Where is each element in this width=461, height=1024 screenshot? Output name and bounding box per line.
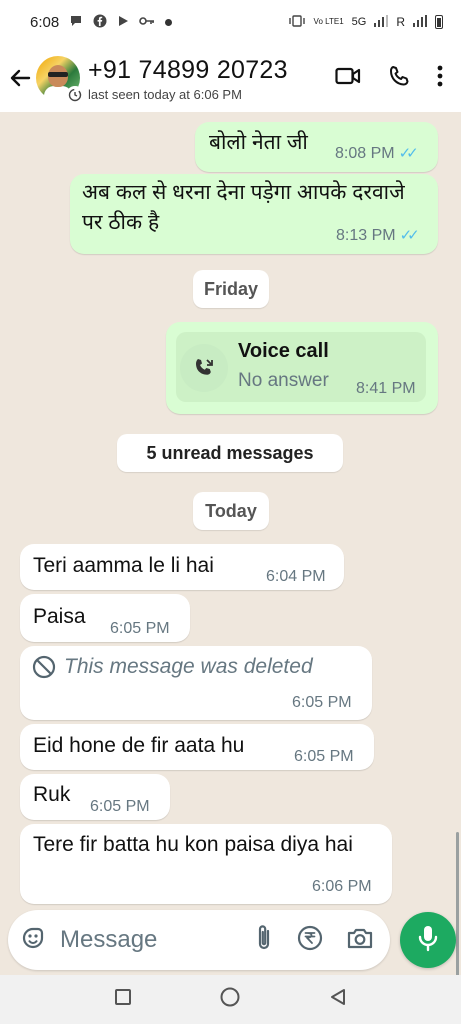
attach-icon[interactable]: [254, 924, 274, 957]
message-time: 6:05 PM: [90, 798, 150, 815]
chat-bubble-icon: [69, 14, 83, 31]
wifi-icon: [413, 14, 427, 30]
incoming-message[interactable]: Tere fir batta hu kon paisa diya hai 6:0…: [20, 824, 392, 904]
dot-icon: [165, 18, 173, 26]
last-seen-status: last seen today at 6:06 PM: [88, 86, 242, 102]
video-call-icon[interactable]: [335, 66, 361, 91]
date-divider: Today: [193, 492, 269, 530]
unread-messages-divider: 5 unread messages: [117, 434, 343, 472]
disappearing-timer-icon: [66, 86, 84, 104]
status-time: 6:08: [30, 13, 60, 31]
volte-label: Vo LTE1: [313, 17, 344, 26]
message-text: Ruk: [33, 783, 71, 806]
mic-icon: [417, 924, 439, 957]
call-status: No answer: [238, 370, 329, 391]
voice-call-icon[interactable]: [387, 64, 411, 93]
outgoing-call-icon: [180, 344, 228, 392]
sticker-icon[interactable]: [20, 925, 46, 956]
message-time: 6:05 PM: [110, 620, 170, 637]
date-divider: Friday: [193, 270, 269, 308]
message-input[interactable]: [60, 926, 230, 954]
recents-icon[interactable]: [113, 987, 133, 1012]
contact-info[interactable]: +91 74899 20723 last seen today at 6:06 …: [88, 55, 335, 102]
deleted-message[interactable]: This message was deleted 6:05 PM: [20, 646, 372, 720]
read-ticks-icon: ✓✓: [399, 227, 420, 244]
network-label: 5G: [351, 16, 367, 28]
mic-button[interactable]: [400, 912, 456, 968]
back-arrow-icon[interactable]: [2, 58, 38, 98]
signal-icon: [374, 14, 389, 30]
vibrate-icon: [288, 14, 306, 30]
message-time: 8:13 PM ✓✓: [336, 227, 420, 244]
home-icon[interactable]: [219, 986, 241, 1013]
rupee-icon[interactable]: [296, 924, 324, 957]
message-text: Teri aamma le li hai: [33, 554, 214, 577]
system-navigation-bar: [0, 975, 461, 1024]
contact-avatar[interactable]: [36, 56, 84, 104]
camera-icon[interactable]: [346, 925, 374, 956]
message-text: Paisa: [33, 605, 86, 628]
outgoing-message[interactable]: अब कल से धरना देना पड़ेगा आपके दरवाजे पर…: [70, 174, 438, 254]
deleted-icon: [32, 655, 56, 684]
message-time: 6:06 PM: [312, 878, 372, 895]
play-icon: [117, 15, 129, 30]
incoming-message[interactable]: Teri aamma le li hai 6:04 PM: [20, 544, 344, 590]
message-text: बोलो नेता जी: [209, 131, 308, 154]
outgoing-message[interactable]: बोलो नेता जी 8:08 PM ✓✓: [195, 122, 438, 172]
battery-icon: [435, 15, 443, 29]
contact-name: +91 74899 20723: [88, 55, 288, 84]
incoming-message[interactable]: Ruk 6:05 PM: [20, 774, 170, 820]
message-time: 8:08 PM ✓✓: [335, 145, 419, 162]
message-time: 6:05 PM: [294, 748, 354, 765]
key-icon: [139, 15, 155, 29]
message-time: 8:41 PM: [356, 380, 416, 397]
message-composer: [8, 910, 390, 970]
roaming-label: R: [396, 15, 405, 29]
incoming-message[interactable]: Paisa 6:05 PM: [20, 594, 190, 642]
call-title: Voice call: [238, 340, 329, 362]
message-time: 6:04 PM: [266, 568, 326, 585]
message-text: This message was deleted: [64, 655, 313, 678]
facebook-icon: [93, 14, 107, 31]
status-bar: 6:08 Vo LTE1 5G R: [0, 0, 461, 44]
more-options-icon[interactable]: [437, 65, 443, 92]
incoming-message[interactable]: Eid hone de fir aata hu 6:05 PM: [20, 724, 374, 770]
message-time: 6:05 PM: [292, 694, 352, 711]
message-text: Eid hone de fir aata hu: [33, 734, 245, 757]
read-ticks-icon: ✓✓: [398, 145, 419, 162]
missed-voice-call-message[interactable]: Voice call No answer 8:41 PM: [166, 322, 438, 414]
message-text: Tere fir batta hu kon paisa diya hai: [33, 833, 353, 856]
chat-header: +91 74899 20723 last seen today at 6:06 …: [0, 44, 461, 112]
back-icon[interactable]: [328, 987, 348, 1012]
chat-area[interactable]: बोलो नेता जी 8:08 PM ✓✓ अब कल से धरना देन…: [0, 112, 461, 1022]
